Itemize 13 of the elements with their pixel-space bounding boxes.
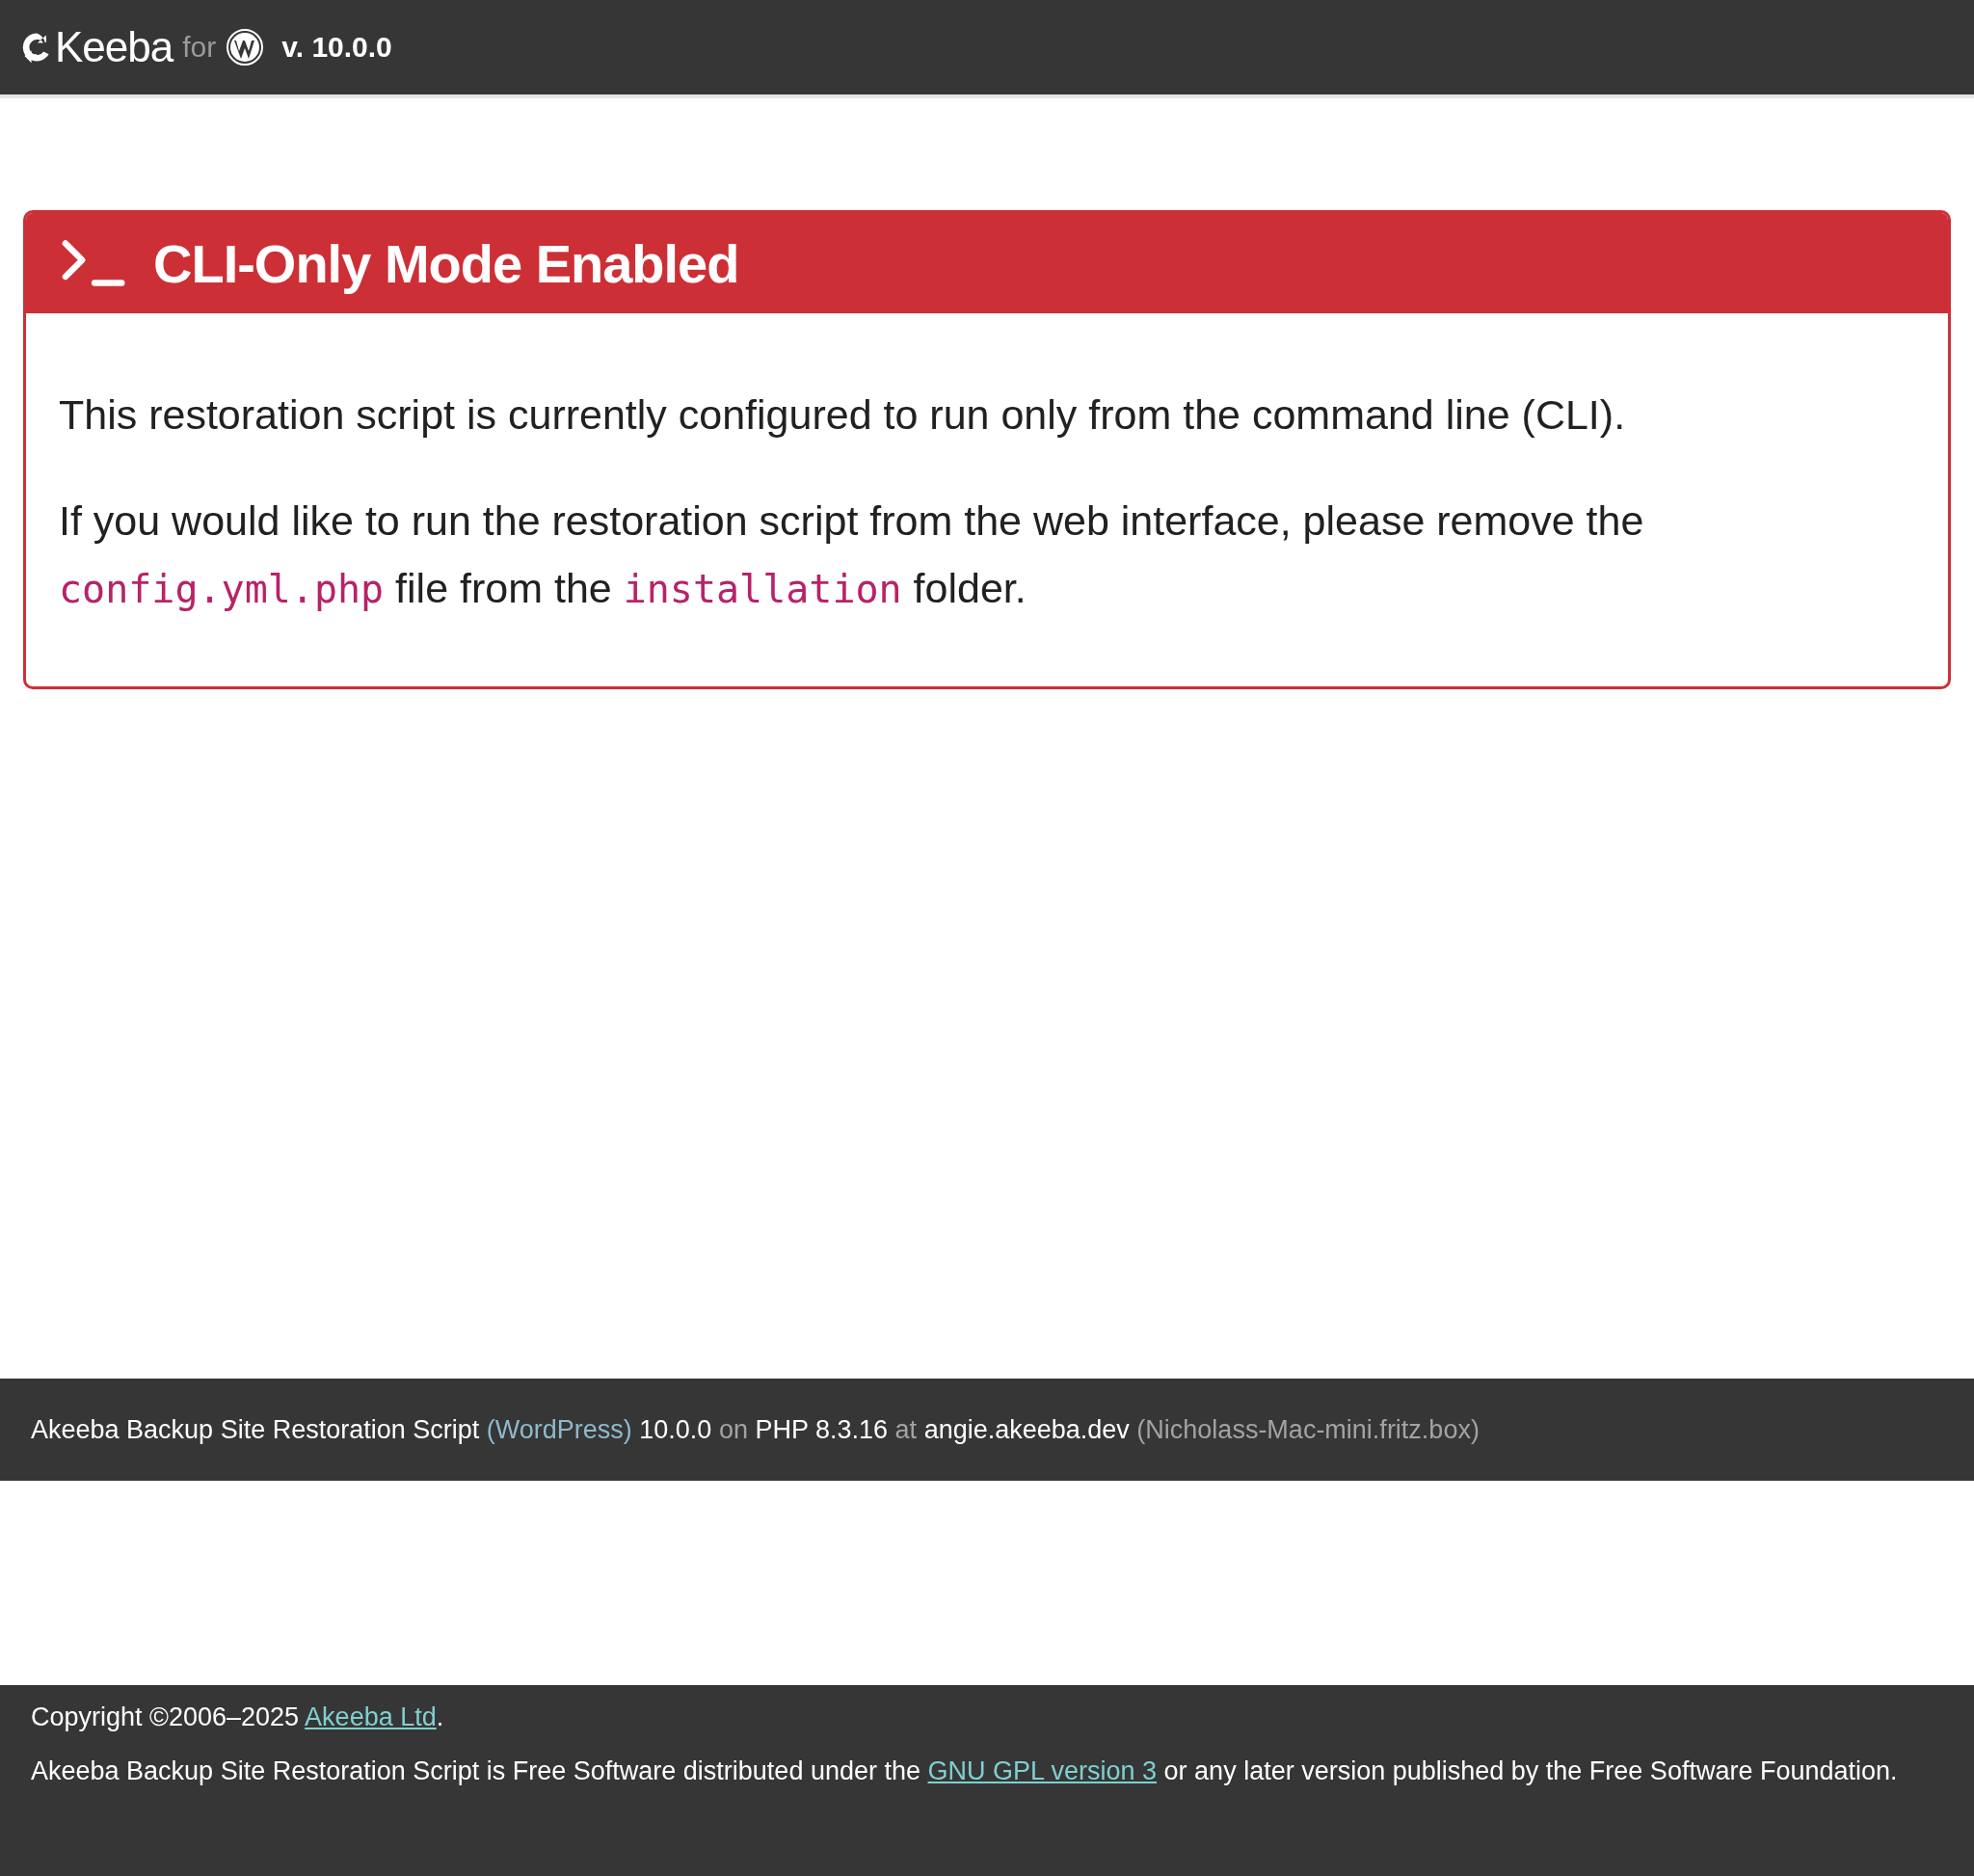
footer-text: Copyright ©2006–2025 Akeeba Ltd. (31, 1702, 445, 1733)
version-label: v. 10.0.0 (281, 31, 392, 64)
alert-message: This restoration script is currently configured to run only from the command line (CLI). (59, 390, 1627, 440)
environment-info-text: Akeeba Backup Site Restoration Script (WordPress) 10.0.0 on PHP 8.3.16 at angie.akeeba.dev (Nicholass-Mac-mini.fritz.box) (31, 1414, 1480, 1445)
wordpress-logo-icon (226, 28, 265, 67)
logo-for-text: for (182, 31, 217, 64)
alert-message: If you would like to run the restoration script from the web interface, please remove the config.yml.php file from the installation folder. (59, 496, 1645, 613)
terminal-icon (59, 237, 126, 289)
alert-title: CLI-Only Mode Enabled (153, 231, 739, 295)
logo-text: Keeba (55, 23, 173, 71)
footer-text: Akeeba Backup Site Restoration Script is Free Software distributed under the GNU GPL version 3 or any later version published by the Free Software Foundation. (31, 1755, 1899, 1787)
footer-link[interactable]: Akeeba Ltd (305, 1702, 437, 1731)
footer-link[interactable]: GNU GPL version 3 (927, 1756, 1158, 1785)
